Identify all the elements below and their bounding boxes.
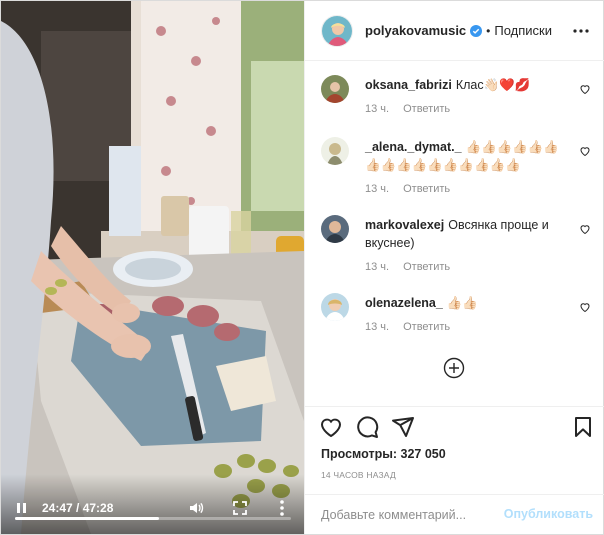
load-more-comments-icon[interactable] (443, 357, 465, 379)
commenter-avatar[interactable] (321, 137, 349, 165)
heart-icon[interactable] (579, 223, 591, 235)
fullscreen-icon[interactable] (231, 499, 249, 517)
reply-button[interactable]: Ответить (403, 183, 450, 195)
comment-time: 13 ч. (365, 183, 390, 195)
views-count[interactable]: Просмотры: 327 050 (321, 447, 446, 461)
publish-button[interactable]: Опубликовать (504, 507, 593, 521)
post-panel: polyakovamusic • Подписки oksana_fabrizi… (304, 1, 604, 534)
heart-icon[interactable] (579, 145, 591, 157)
following-button[interactable]: Подписки (494, 23, 552, 38)
save-bookmark-icon[interactable] (571, 415, 595, 439)
post-time-ago[interactable]: 14 ЧАСОВ НАЗАД (321, 470, 396, 480)
comment-meta: 13 ч. Ответить (365, 183, 464, 195)
reply-button[interactable]: Ответить (403, 261, 450, 273)
more-vertical-icon[interactable] (273, 499, 291, 517)
commenter-avatar[interactable] (321, 293, 349, 321)
add-comment-form: Опубликовать (305, 494, 604, 534)
comment-text: 👍🏻👍🏻 (446, 296, 478, 310)
comment-username[interactable]: oksana_fabrizi (365, 78, 452, 92)
views-number: 327 050 (400, 447, 446, 461)
video-controls: 24:47 / 47:28 (1, 474, 304, 534)
comment-username[interactable]: olenazelena_ (365, 296, 443, 310)
views-label: Просмотры: (321, 447, 398, 461)
comment-meta: 13 ч. Ответить (365, 103, 464, 115)
heart-icon[interactable] (579, 83, 591, 95)
comment-item: markovalexej Овсянка проще и вкуснее) 13 … (321, 215, 591, 281)
commenter-avatar[interactable] (321, 215, 349, 243)
video-frame (1, 1, 304, 534)
like-icon[interactable] (319, 415, 343, 439)
heart-icon[interactable] (579, 301, 591, 313)
post-modal: 24:47 / 47:28 polyakovamusic • Подписки … (0, 0, 604, 535)
video-progress-fill (15, 517, 160, 520)
author-avatar[interactable] (321, 14, 353, 47)
comment-username[interactable]: _alena._dymat._ (365, 140, 462, 154)
comment-input[interactable] (321, 505, 511, 525)
commenter-avatar[interactable] (321, 75, 349, 103)
comment-meta: 13 ч. Ответить (365, 321, 464, 333)
comment-username[interactable]: markovalexej (365, 218, 444, 232)
comments-list: oksana_fabrizi Клас👋🏻❤️💋 13 ч. Ответить _a… (305, 61, 604, 406)
comment-item: olenazelena_ 👍🏻👍🏻 13 ч. Ответить (321, 293, 591, 343)
comment-item: _alena._dymat._ 👍🏻👍🏻👍🏻👍🏻👍🏻👍🏻👍🏻👍🏻👍🏻👍🏻👍🏻👍🏻👍… (321, 137, 591, 203)
comment-meta: 13 ч. Ответить (365, 261, 464, 273)
comment-text: Клас👋🏻❤️💋 (455, 78, 531, 92)
post-header: polyakovamusic • Подписки (305, 1, 604, 61)
share-icon[interactable] (391, 415, 415, 439)
volume-icon[interactable] (187, 499, 205, 517)
more-options-icon[interactable] (573, 23, 589, 39)
reply-button[interactable]: Ответить (403, 321, 450, 333)
video-time: 24:47 / 47:28 (42, 501, 114, 515)
post-actions: Просмотры: 327 050 14 ЧАСОВ НАЗАД (305, 406, 604, 494)
video-player[interactable]: 24:47 / 47:28 (1, 1, 304, 534)
reply-button[interactable]: Ответить (403, 103, 450, 115)
comment-icon[interactable] (355, 415, 379, 439)
verified-badge-icon (470, 24, 483, 37)
pause-icon[interactable] (13, 500, 29, 516)
video-progress-bar[interactable] (15, 517, 291, 520)
author-username[interactable]: polyakovamusic (365, 23, 466, 38)
comment-time: 13 ч. (365, 321, 390, 333)
comment-item: oksana_fabrizi Клас👋🏻❤️💋 13 ч. Ответить (321, 75, 591, 125)
comment-time: 13 ч. (365, 261, 390, 273)
comment-time: 13 ч. (365, 103, 390, 115)
header-separator: • (486, 23, 491, 38)
